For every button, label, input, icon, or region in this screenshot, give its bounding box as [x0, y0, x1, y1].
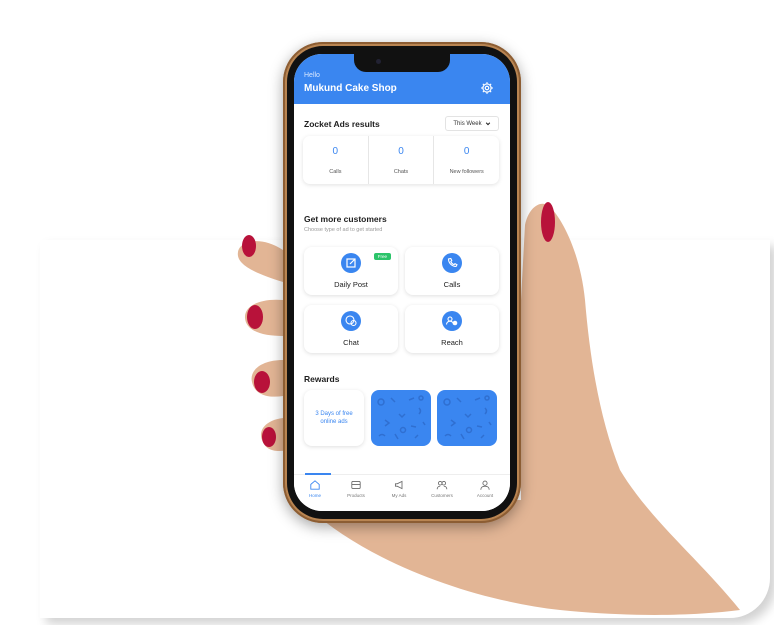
nav-label: My Ads: [391, 493, 407, 498]
reward-text: 3 Days of free online ads: [315, 411, 353, 425]
stat-calls[interactable]: 0 Calls: [303, 136, 368, 184]
gear-icon[interactable]: [480, 81, 494, 95]
stat-value: 0: [463, 146, 470, 157]
bottom-nav: Home Products My Ads Customers Account: [294, 473, 510, 511]
user-icon: [480, 480, 490, 490]
stat-label: Chats: [393, 169, 409, 175]
nav-active-indicator: [305, 473, 331, 475]
chevron-down-icon: [485, 121, 490, 125]
stat-followers[interactable]: 0 New followers: [433, 136, 499, 184]
home-icon: [310, 480, 320, 490]
nav-label: Customers: [431, 493, 453, 498]
rewards-title: Rewards: [304, 374, 340, 384]
ads-results-title: Zocket Ads results: [304, 119, 380, 129]
thumbnail: [541, 202, 555, 242]
card-label: Chat: [343, 338, 359, 347]
daily-post-card[interactable]: Free Daily Post: [304, 247, 398, 295]
card-label: Calls: [443, 280, 461, 289]
nav-account[interactable]: Account: [465, 479, 505, 498]
nav-customers[interactable]: Customers: [422, 479, 462, 498]
stat-label: New followers: [449, 169, 484, 175]
stat-value: 0: [398, 146, 404, 157]
reward-scratch-card[interactable]: [437, 390, 497, 446]
calls-card[interactable]: Calls: [405, 247, 499, 295]
card-label: Daily Post: [334, 280, 368, 289]
stat-value: 0: [332, 146, 339, 157]
customers-title: Get more customers: [304, 214, 387, 224]
nav-home[interactable]: Home: [295, 479, 335, 498]
notch: [354, 54, 450, 72]
confetti-pattern: [443, 395, 492, 440]
nav-label: Account: [476, 493, 494, 498]
chat-card[interactable]: Chat: [304, 305, 398, 353]
chat-icon: [341, 311, 361, 331]
reach-card[interactable]: Reach: [405, 305, 499, 353]
stat-chats[interactable]: 0 Chats: [367, 136, 434, 184]
shop-name: Mukund Cake Shop: [304, 83, 397, 94]
period-dropdown[interactable]: This Week: [445, 116, 499, 131]
fingernail-2: [247, 305, 263, 329]
camera: [376, 59, 381, 64]
phone-icon: [442, 253, 462, 273]
fingernail-1: [242, 235, 256, 257]
nav-my-ads[interactable]: My Ads: [379, 479, 419, 498]
users-icon: [436, 480, 448, 490]
edit-icon: [341, 253, 361, 273]
phone-screen: Hello Mukund Cake Shop Zocket Ads result…: [294, 54, 510, 511]
fingernail-4: [262, 427, 276, 447]
nav-products[interactable]: Products: [336, 479, 376, 498]
megaphone-icon: [394, 480, 403, 490]
free-badge: Free: [373, 253, 391, 260]
store-icon: [351, 480, 361, 490]
greeting: Hello: [304, 72, 320, 79]
card-label: Reach: [441, 338, 463, 347]
reward-card[interactable]: 3 Days of free online ads: [304, 390, 364, 446]
reach-icon: [442, 311, 462, 331]
phone-frame: Hello Mukund Cake Shop Zocket Ads result…: [283, 42, 521, 523]
stat-label: Calls: [329, 169, 342, 175]
stats-card: 0 Calls 0 Chats 0 New followers: [303, 136, 499, 184]
reward-scratch-card[interactable]: [371, 390, 431, 446]
nav-label: Home: [308, 493, 321, 498]
nav-label: Products: [347, 493, 365, 498]
period-label: This Week: [453, 120, 482, 127]
fingernail-3: [254, 371, 270, 393]
confetti-pattern: [377, 395, 426, 440]
customers-subtitle: Choose type of ad to get started: [304, 227, 383, 233]
